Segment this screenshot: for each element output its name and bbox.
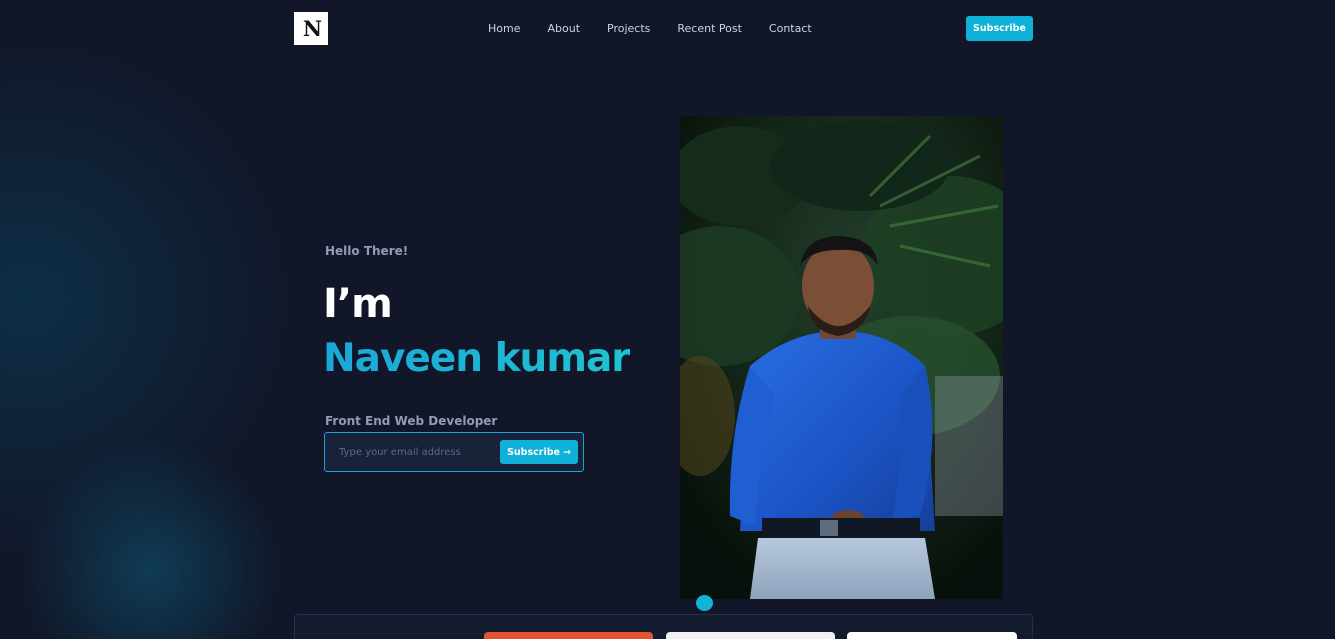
email-input[interactable] (333, 441, 498, 463)
header-subscribe-button[interactable]: Subscribe (966, 16, 1033, 41)
logo[interactable]: N (294, 12, 328, 45)
site-header: N Home About Projects Recent Post Contac… (294, 12, 1033, 46)
nav-home[interactable]: Home (488, 21, 520, 37)
nav-projects[interactable]: Projects (607, 21, 650, 37)
subscribe-form-label: Subscribe (507, 446, 560, 458)
bottom-card-button-3[interactable] (847, 632, 1017, 639)
page: N Home About Projects Recent Post Contac… (0, 0, 1335, 639)
logo-icon: N (302, 16, 322, 41)
hero-intro: I’m (323, 281, 393, 327)
profile-photo (680, 116, 1003, 599)
hero-name: Naveen kumar (323, 333, 631, 385)
bottom-card (294, 614, 1033, 639)
bottom-card-button-1[interactable] (484, 632, 653, 639)
main-nav: Home About Projects Recent Post Contact (488, 21, 812, 37)
hero-role: Front End Web Developer (325, 414, 498, 428)
hero-greeting: Hello There! (325, 244, 409, 258)
arrow-right-icon: → (562, 446, 571, 458)
subscribe-form-button[interactable]: Subscribe → (500, 440, 578, 464)
carousel-dot[interactable] (696, 595, 713, 611)
bottom-card-button-2[interactable] (666, 632, 835, 639)
nav-about[interactable]: About (547, 21, 580, 37)
nav-contact[interactable]: Contact (769, 21, 812, 37)
subscribe-form: Subscribe → (324, 432, 584, 472)
profile-photo-illustration (680, 116, 1003, 599)
nav-recent-post[interactable]: Recent Post (677, 21, 742, 37)
